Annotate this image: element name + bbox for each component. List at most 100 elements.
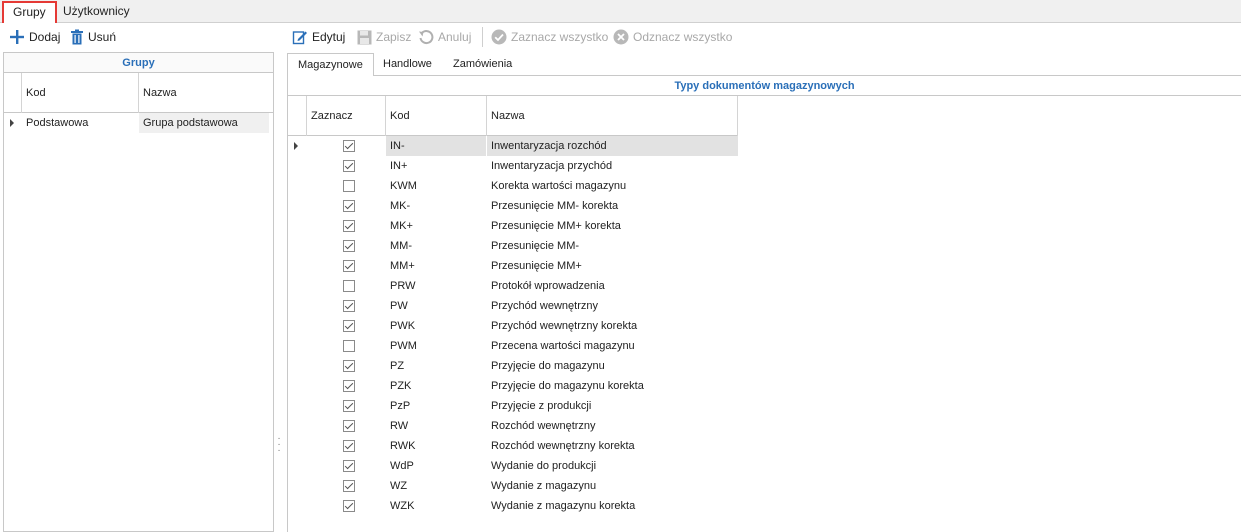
select-cell — [307, 376, 385, 396]
select-checkbox[interactable] — [343, 360, 355, 372]
select-checkbox[interactable] — [343, 260, 355, 272]
select-checkbox[interactable] — [343, 460, 355, 472]
select-checkbox[interactable] — [343, 160, 355, 172]
select-checkbox[interactable] — [343, 400, 355, 412]
group-code: Podstawowa — [26, 117, 89, 129]
add-label: Dodaj — [29, 30, 61, 44]
select-all-label: Zaznacz wszystko — [511, 30, 609, 44]
row-indicator-icon — [294, 142, 298, 150]
column-header-nazwa[interactable]: Nazwa — [487, 96, 737, 136]
table-row[interactable]: KWM Korekta wartości magazynu — [288, 176, 738, 196]
select-checkbox[interactable] — [343, 320, 355, 332]
table-row[interactable]: RWK Rozchód wewnętrzny korekta — [288, 436, 738, 456]
select-checkbox[interactable] — [343, 220, 355, 232]
row-indicator-icon — [10, 119, 14, 127]
table-row[interactable]: IN- Inwentaryzacja rozchód — [288, 136, 738, 156]
document-code: PRW — [390, 280, 416, 292]
groups-grid-header: Kod Nazwa — [4, 73, 273, 113]
select-cell — [307, 396, 385, 416]
undo-icon — [418, 29, 434, 45]
document-code: PWM — [390, 340, 417, 352]
select-checkbox[interactable] — [343, 280, 355, 292]
document-code: MM- — [390, 240, 412, 252]
select-checkbox[interactable] — [343, 140, 355, 152]
select-checkbox[interactable] — [343, 380, 355, 392]
table-row[interactable]: PZK Przyjęcie do magazynu korekta — [288, 376, 738, 396]
select-cell — [307, 296, 385, 316]
edit-label: Edytuj — [312, 30, 346, 44]
document-name: Przesunięcie MM+ — [491, 260, 582, 272]
table-row[interactable]: MK- Przesunięcie MM- korekta — [288, 196, 738, 216]
document-name: Rozchód wewnętrzny korekta — [491, 440, 635, 452]
tab-magazynowe[interactable]: Magazynowe — [287, 53, 374, 77]
document-code: RWK — [390, 440, 416, 452]
table-row[interactable]: WdP Wydanie do produkcji — [288, 456, 738, 476]
document-name: Przyjęcie do magazynu — [491, 360, 605, 372]
document-code: MK+ — [390, 220, 413, 232]
select-cell — [307, 476, 385, 496]
table-row[interactable]: PRW Protokół wprowadzenia — [288, 276, 738, 296]
check-circle-icon — [491, 29, 507, 45]
document-name: Przychód wewnętrzny korekta — [491, 320, 638, 332]
panel-splitter[interactable]: · · · — [276, 434, 282, 456]
groups-panel: Grupy Kod Nazwa Podstawowa Grupa podstaw… — [3, 52, 274, 532]
select-cell — [307, 176, 385, 196]
delete-label: Usuń — [88, 30, 117, 44]
delete-button[interactable]: Usuń — [70, 27, 116, 47]
select-checkbox[interactable] — [343, 420, 355, 432]
table-row[interactable]: PZ Przyjęcie do magazynu — [288, 356, 738, 376]
tab-handlowe[interactable]: Handlowe — [373, 53, 442, 76]
table-row[interactable]: PW Przychód wewnętrzny — [288, 296, 738, 316]
table-row[interactable]: PWM Przecena wartości magazynu — [288, 336, 738, 356]
cancel-button[interactable]: Anuluj — [418, 27, 471, 47]
table-row[interactable]: RW Rozchód wewnętrzny — [288, 416, 738, 436]
table-row[interactable]: PWK Przychód wewnętrzny korekta — [288, 316, 738, 336]
select-checkbox[interactable] — [343, 480, 355, 492]
select-checkbox[interactable] — [343, 300, 355, 312]
table-row[interactable]: MM- Przesunięcie MM- — [288, 236, 738, 256]
document-name: Przychód wewnętrzny — [491, 300, 598, 312]
select-cell — [307, 236, 385, 256]
document-code: MK- — [390, 200, 411, 212]
select-checkbox[interactable] — [343, 180, 355, 192]
select-checkbox[interactable] — [343, 200, 355, 212]
add-button[interactable]: Dodaj — [9, 27, 60, 47]
grid-divider — [737, 96, 738, 136]
column-header-kod[interactable]: Kod — [386, 96, 486, 136]
tab-grupy[interactable]: Grupy — [2, 1, 57, 23]
document-name: Inwentaryzacja przychód — [491, 160, 613, 172]
column-header-kod[interactable]: Kod — [22, 73, 139, 113]
select-cell — [307, 216, 385, 236]
table-row[interactable]: WZK Wydanie z magazynu korekta — [288, 496, 738, 516]
table-row[interactable]: Podstawowa Grupa podstawowa — [4, 113, 273, 133]
deselect-all-button[interactable]: Odznacz wszystko — [613, 27, 732, 47]
select-checkbox[interactable] — [343, 500, 355, 512]
table-row[interactable]: PzP Przyjęcie z produkcji — [288, 396, 738, 416]
select-cell — [307, 456, 385, 476]
document-name: Korekta wartości magazynu — [491, 180, 627, 192]
document-types-panel: Typy dokumentów magazynowych Zaznacz Kod… — [287, 76, 1241, 532]
select-cell — [307, 356, 385, 376]
table-row[interactable]: IN+ Inwentaryzacja przychód — [288, 156, 738, 176]
group-name: Grupa podstawowa — [139, 113, 269, 133]
tab-uzytkownicy[interactable]: Użytkownicy — [54, 2, 139, 22]
table-row[interactable]: WZ Wydanie z magazynu — [288, 476, 738, 496]
save-button[interactable]: Zapisz — [357, 27, 411, 47]
table-row[interactable]: MM+ Przesunięcie MM+ — [288, 256, 738, 276]
edit-button[interactable]: Edytuj — [292, 27, 345, 47]
deselect-all-label: Odznacz wszystko — [633, 30, 733, 44]
document-types-title: Typy dokumentów magazynowych — [288, 76, 1241, 96]
select-all-button[interactable]: Zaznacz wszystko — [491, 27, 608, 47]
select-checkbox[interactable] — [343, 340, 355, 352]
select-checkbox[interactable] — [343, 440, 355, 452]
select-checkbox[interactable] — [343, 240, 355, 252]
column-header-zaznacz[interactable]: Zaznacz — [307, 96, 385, 136]
document-name: Rozchód wewnętrzny — [491, 420, 596, 432]
table-row[interactable]: MK+ Przesunięcie MM+ korekta — [288, 216, 738, 236]
column-header-nazwa[interactable]: Nazwa — [139, 73, 269, 113]
document-name: Wydanie do produkcji — [491, 460, 597, 472]
document-name: Wydanie z magazynu — [491, 480, 597, 492]
save-icon — [357, 30, 372, 45]
document-grid-body: IN- Inwentaryzacja rozchód IN+ Inwentaryzac… — [288, 136, 1241, 516]
tab-zamowienia[interactable]: Zamówienia — [443, 53, 522, 76]
